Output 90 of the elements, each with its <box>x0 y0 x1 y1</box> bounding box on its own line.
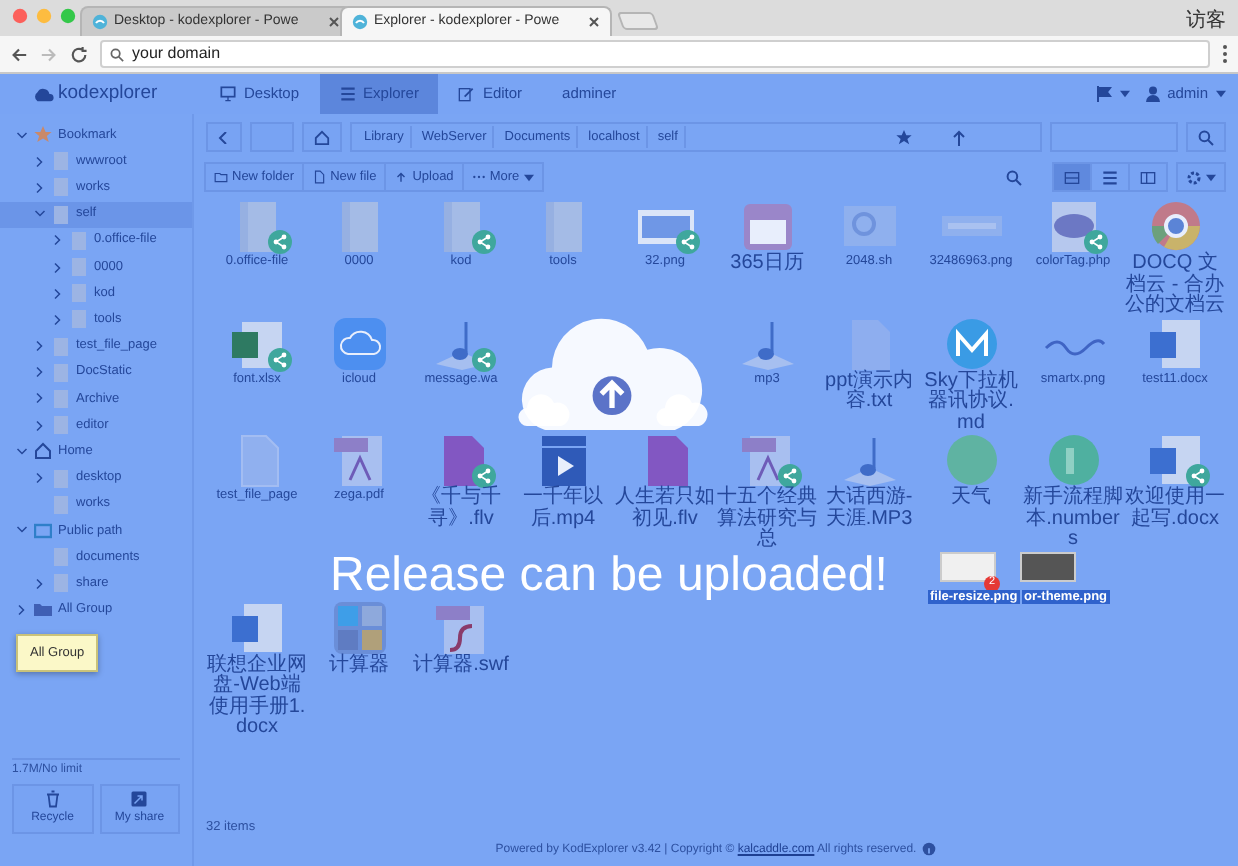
chevron-right-icon[interactable] <box>52 287 64 300</box>
chevron-right-icon[interactable] <box>34 577 46 590</box>
file-name[interactable]: 计算器 <box>309 655 409 676</box>
search-icon <box>1198 129 1214 145</box>
monitor-icon <box>220 86 236 102</box>
back-button[interactable] <box>206 122 242 152</box>
trash-icon <box>43 790 62 808</box>
chevron-right-icon[interactable] <box>34 340 46 353</box>
file-thumbnail <box>1020 551 1076 581</box>
file-name[interactable]: 计算器.swf <box>411 655 511 676</box>
monitor-icon <box>34 521 52 540</box>
info-icon[interactable] <box>922 841 937 856</box>
share-icon <box>130 790 149 808</box>
list-icon <box>339 86 356 102</box>
split-view-icon <box>1140 169 1156 185</box>
chevron-right-icon[interactable] <box>34 392 46 405</box>
flag-menu-button[interactable] <box>1095 86 1130 102</box>
cloud-drawing <box>656 394 708 426</box>
search-icon <box>110 47 124 61</box>
caret-icon <box>1206 173 1216 181</box>
site-icon <box>352 14 368 30</box>
home-icon <box>34 442 52 461</box>
chevron-right-icon[interactable] <box>34 181 46 194</box>
chevron-right-icon[interactable] <box>34 366 46 379</box>
file-thumbnail <box>940 551 996 581</box>
home-button[interactable] <box>302 122 342 152</box>
chevron-right-icon[interactable] <box>34 155 46 168</box>
file-icon <box>312 170 327 184</box>
view-toggle[interactable] <box>1090 162 1130 192</box>
menu-icon[interactable] <box>1222 44 1228 64</box>
chevron-right-icon[interactable] <box>34 472 46 485</box>
upload-message: Release can be uploaded! <box>330 551 888 599</box>
up-arrow-icon[interactable] <box>952 129 966 145</box>
folder-icon <box>214 170 228 184</box>
chevron-right-icon[interactable] <box>34 419 46 432</box>
user-icon <box>1145 86 1160 102</box>
list-icon <box>1102 169 1118 185</box>
file-name[interactable]: 一千年以后.mp4 <box>513 488 613 530</box>
forward-icon[interactable] <box>40 45 58 63</box>
cloud-icon <box>32 86 54 102</box>
close-icon[interactable] <box>588 16 600 28</box>
cloud-drawing <box>516 394 572 426</box>
star-icon <box>34 126 52 145</box>
flag-icon <box>1095 86 1112 102</box>
address-field[interactable]: your domain <box>100 40 1210 68</box>
back-icon <box>218 131 230 143</box>
chevron-right-icon[interactable] <box>52 261 64 274</box>
file-name[interactable]: 大话西游-天涯.MP3 <box>819 488 919 530</box>
settings-menu-button[interactable] <box>1176 162 1226 192</box>
grid-view-icon <box>1064 169 1080 185</box>
file-name[interactable]: 365日历 <box>717 254 817 275</box>
profile-name[interactable]: 访客 <box>1186 6 1226 36</box>
star-icon[interactable] <box>896 129 912 145</box>
chevron-down-icon[interactable] <box>16 445 28 458</box>
site-icon <box>92 14 108 30</box>
view-toggle[interactable] <box>1052 162 1092 192</box>
file-name[interactable]: 人生若只如初见.flv <box>615 488 715 530</box>
caret-icon <box>523 173 534 181</box>
close-icon[interactable] <box>328 16 340 28</box>
chevron-right-icon[interactable] <box>52 234 64 247</box>
chevron-down-icon[interactable] <box>16 129 28 142</box>
settings-icon <box>1186 169 1202 185</box>
file-name[interactable]: Sky下拉机器讯协议.md <box>921 371 1021 434</box>
upload-icon <box>394 170 409 184</box>
caret-icon <box>1216 90 1226 98</box>
file-name[interactable]: 欢迎使用一起写.docx <box>1125 488 1225 530</box>
back-icon[interactable] <box>10 45 28 63</box>
file-name[interactable]: 新手流程脚本.numbers <box>1023 488 1123 551</box>
reload-icon[interactable] <box>70 45 88 63</box>
file-name[interactable]: 《千与千寻》.flv <box>411 488 511 530</box>
chevron-down-icon[interactable] <box>16 524 28 537</box>
file-name[interactable]: DOCQ 文档云 - 合办公的文档云 <box>1125 254 1225 317</box>
search-button[interactable] <box>1186 122 1226 152</box>
file-name[interactable]: 十五个经典算法研究与总 <box>717 488 817 551</box>
chevron-down-icon[interactable] <box>34 208 46 221</box>
file-name[interactable]: ppt演示内容.txt <box>819 371 919 413</box>
home-icon <box>314 129 330 145</box>
file-name[interactable]: 联想企业网盘-Web端使用手册1.docx <box>207 655 307 739</box>
caret-icon <box>1119 90 1130 98</box>
window-zoom-button[interactable] <box>60 8 76 24</box>
chevron-right-icon[interactable] <box>16 603 28 616</box>
more-icon <box>471 170 486 184</box>
app-logo[interactable]: kodexplorer <box>0 74 200 114</box>
search-icon[interactable] <box>1006 169 1022 185</box>
edit-icon <box>458 86 475 102</box>
file-name[interactable]: 天气 <box>921 488 1021 509</box>
new-tab-button[interactable] <box>616 12 660 30</box>
chevron-right-icon[interactable] <box>52 313 64 326</box>
view-toggle[interactable] <box>1128 162 1168 192</box>
window-close-button[interactable] <box>12 8 28 24</box>
